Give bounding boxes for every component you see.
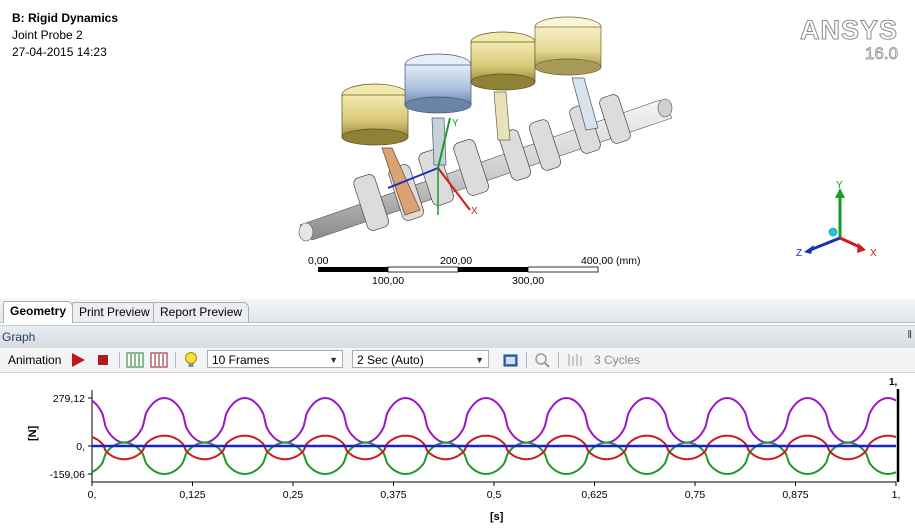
x-tick-label: 0,5 bbox=[487, 489, 502, 501]
animation-toolbar: Animation 10 Frames ▼ 2 Sec (Auto) ▼ 3 C bbox=[0, 348, 915, 373]
x-tick-label: 0,125 bbox=[179, 489, 205, 501]
scale-label-0: 0,00 bbox=[308, 255, 329, 267]
y-tick-label: 279,12 bbox=[53, 393, 85, 405]
frames-value: 10 Frames bbox=[212, 353, 270, 367]
svg-text:X: X bbox=[870, 248, 877, 259]
force-chart[interactable]: [N] [s] 1, 279,120,-159,060, 0,125 0,25 0,3… bbox=[0, 373, 915, 528]
pin-icon[interactable]: ‖ bbox=[907, 329, 912, 341]
x-tick-label: 0,75 bbox=[685, 489, 706, 501]
tab-report-preview[interactable]: Report Preview bbox=[153, 302, 250, 322]
x-axis-label: [s] bbox=[490, 511, 504, 523]
y-tick-label: -159,06 bbox=[49, 469, 85, 481]
svg-text:Y: Y bbox=[836, 180, 843, 191]
animation-label: Animation bbox=[8, 353, 62, 367]
stop-icon[interactable] bbox=[94, 351, 112, 369]
svg-text:X: X bbox=[471, 206, 478, 217]
x-tick-label: 0,875 bbox=[782, 489, 808, 501]
x-tick-label: 0,375 bbox=[380, 489, 406, 501]
time-marker-label: 1, bbox=[889, 377, 898, 388]
scale-label-200: 200,00 bbox=[440, 255, 472, 267]
y-tick-label: 0, bbox=[76, 441, 85, 453]
x-tick-label: 1, bbox=[892, 489, 901, 501]
svg-text:Y: Y bbox=[452, 118, 459, 129]
zoom-fit-icon[interactable] bbox=[533, 351, 551, 369]
svg-text:Z: Z bbox=[796, 248, 802, 259]
geometry-viewport[interactable]: B: Rigid Dynamics Joint Probe 2 27-04-20… bbox=[0, 0, 915, 300]
cycles-icon[interactable] bbox=[566, 351, 584, 369]
x-tick-label: 0,25 bbox=[283, 489, 304, 501]
duration-dropdown[interactable]: 2 Sec (Auto) ▼ bbox=[352, 350, 489, 368]
play-icon[interactable] bbox=[69, 351, 87, 369]
global-triad[interactable]: Y Z X bbox=[796, 180, 877, 259]
x-tick-label: 0, bbox=[88, 489, 97, 501]
lightbulb-icon[interactable] bbox=[182, 351, 200, 369]
export-video-icon[interactable] bbox=[502, 351, 520, 369]
x-tick-label: 0,625 bbox=[581, 489, 607, 501]
scale-label-400: 400,00 (mm) bbox=[581, 255, 641, 267]
duration-value: 2 Sec (Auto) bbox=[357, 353, 424, 367]
result-frames-icon[interactable] bbox=[150, 351, 168, 369]
chevron-down-icon: ▼ bbox=[475, 355, 484, 365]
graph-title: Graph bbox=[2, 330, 36, 344]
tab-print-preview[interactable]: Print Preview bbox=[72, 302, 157, 322]
scale-bar: 0,00 200,00 400,00 (mm) 100,00 300,00 bbox=[308, 255, 641, 287]
frames-dropdown[interactable]: 10 Frames ▼ bbox=[207, 350, 343, 368]
scale-label-300: 300,00 bbox=[512, 275, 544, 287]
graph-panel-header: Graph ‖ bbox=[0, 325, 915, 349]
view-tabs: Geometry Print Preview Report Preview bbox=[0, 299, 915, 323]
cycles-label[interactable]: 3 Cycles bbox=[594, 353, 640, 367]
distributed-frames-icon[interactable] bbox=[126, 351, 144, 369]
y-axis-label: [N] bbox=[27, 425, 39, 441]
crankshaft-model[interactable]: Y X 0,00 200,00 400,00 (mm) 100,00 300,0… bbox=[0, 0, 915, 300]
tab-geometry[interactable]: Geometry bbox=[3, 301, 74, 323]
chevron-down-icon: ▼ bbox=[329, 355, 338, 365]
scale-label-100: 100,00 bbox=[372, 275, 404, 287]
series-line bbox=[91, 396, 897, 444]
